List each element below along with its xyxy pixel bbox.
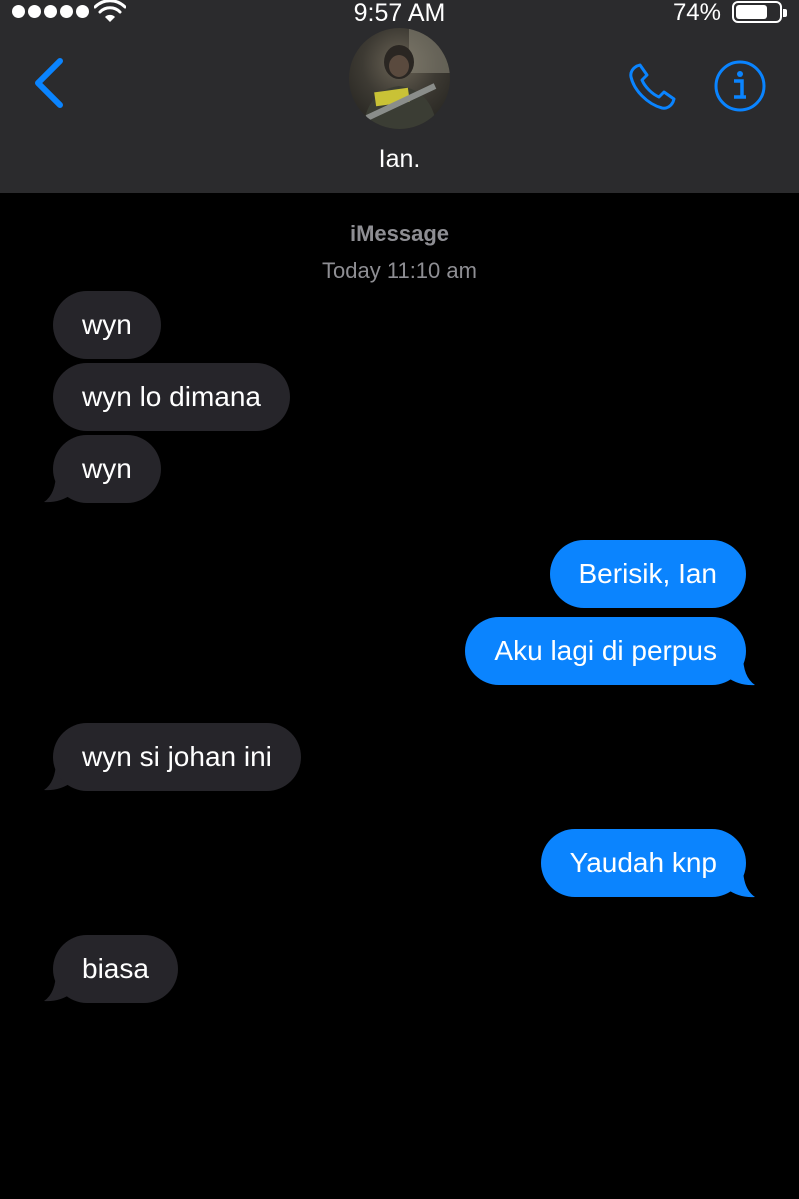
thread-timestamp: Today 11:10 am bbox=[322, 258, 477, 283]
message-text: wyn bbox=[82, 453, 132, 484]
message-text: Berisik, Ian bbox=[578, 558, 718, 589]
message-text: biasa bbox=[82, 953, 149, 984]
back-chevron-icon[interactable] bbox=[30, 55, 70, 111]
conversation-header: 9:57 AM 74% Ian. bbox=[0, 0, 799, 193]
battery-percentage: 74% bbox=[672, 0, 721, 26]
message-bubble-incoming[interactable]: wyn bbox=[53, 435, 161, 503]
message-bubble-outgoing[interactable]: Aku lagi di perpus bbox=[465, 617, 746, 685]
message-bubble-incoming[interactable]: biasa bbox=[53, 935, 178, 1003]
message-bubble-outgoing[interactable]: Berisik, Ian bbox=[549, 540, 746, 608]
message-text: Yaudah knp bbox=[569, 847, 717, 878]
contact-name[interactable]: Ian. bbox=[0, 145, 799, 174]
battery-icon bbox=[732, 1, 787, 23]
info-icon[interactable] bbox=[713, 59, 767, 113]
message-text: Aku lagi di perpus bbox=[494, 635, 717, 666]
message-text: wyn si johan ini bbox=[82, 741, 272, 772]
message-bubble-incoming[interactable]: wyn bbox=[53, 291, 161, 359]
service-label: iMessage bbox=[349, 221, 450, 246]
message-bubble-incoming[interactable]: wyn lo dimana bbox=[53, 363, 290, 431]
message-bubble-incoming[interactable]: wyn si johan ini bbox=[53, 723, 301, 791]
contact-avatar[interactable] bbox=[349, 28, 450, 129]
status-bar: 9:57 AM 74% bbox=[0, 0, 799, 26]
message-text: wyn bbox=[82, 309, 132, 340]
message-text: wyn lo dimana bbox=[82, 381, 261, 412]
phone-icon[interactable] bbox=[625, 60, 679, 114]
message-bubble-outgoing[interactable]: Yaudah knp bbox=[540, 829, 746, 897]
